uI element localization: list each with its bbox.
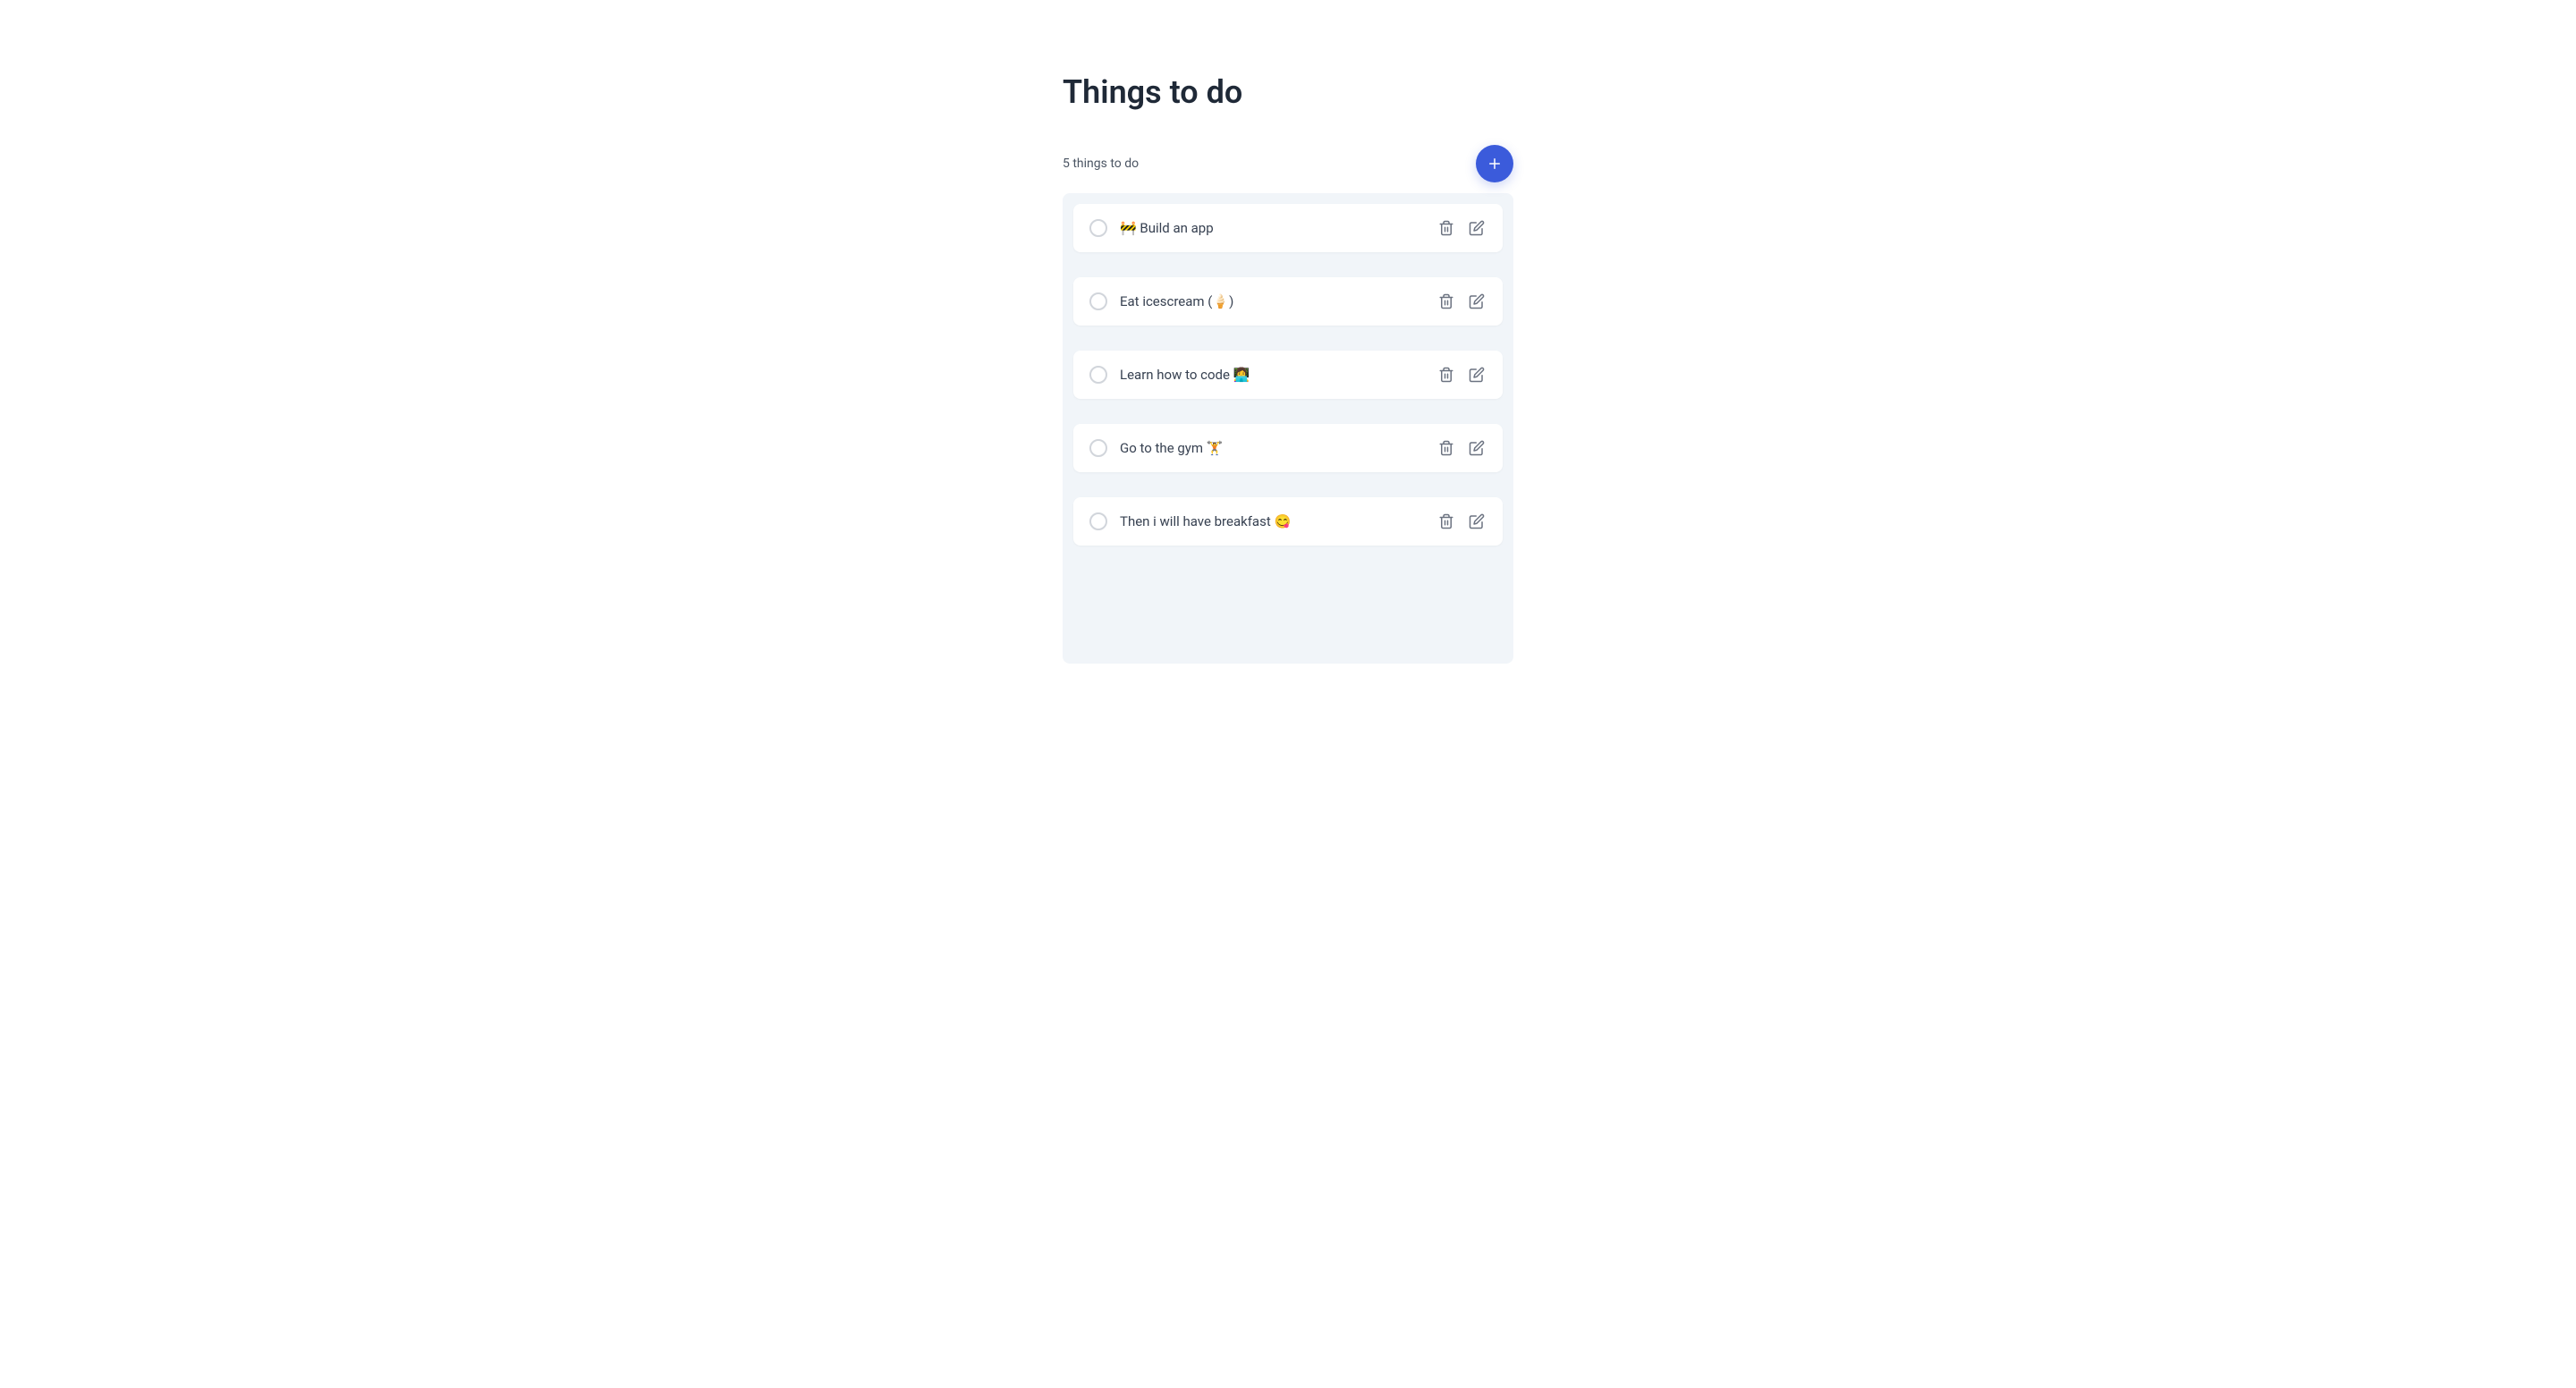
add-button[interactable] — [1476, 145, 1513, 182]
edit-icon — [1469, 293, 1485, 309]
todo-checkbox[interactable] — [1089, 439, 1107, 457]
edit-button[interactable] — [1467, 512, 1487, 531]
todo-checkbox[interactable] — [1089, 219, 1107, 237]
todo-text: Learn how to code 👩‍💻 — [1120, 367, 1424, 383]
todo-actions — [1436, 365, 1487, 385]
edit-icon — [1469, 220, 1485, 236]
header-row: 5 things to do — [1063, 145, 1513, 182]
todo-count: 5 things to do — [1063, 157, 1139, 171]
trash-icon — [1438, 440, 1454, 456]
todo-list: 🚧 Build an app Eat icescream (🍦) — [1063, 193, 1513, 664]
todo-checkbox[interactable] — [1089, 366, 1107, 384]
edit-icon — [1469, 513, 1485, 529]
todo-actions — [1436, 292, 1487, 311]
app-container: Things to do 5 things to do 🚧 Build an a… — [1063, 73, 1513, 664]
page-title: Things to do — [1063, 73, 1513, 111]
trash-icon — [1438, 293, 1454, 309]
todo-item: Learn how to code 👩‍💻 — [1073, 351, 1503, 399]
delete-button[interactable] — [1436, 438, 1456, 458]
delete-button[interactable] — [1436, 218, 1456, 238]
todo-text: Then i will have breakfast 😋 — [1120, 513, 1424, 529]
delete-button[interactable] — [1436, 365, 1456, 385]
plus-icon — [1487, 156, 1503, 172]
todo-actions — [1436, 512, 1487, 531]
trash-icon — [1438, 513, 1454, 529]
todo-text: Go to the gym 🏋️ — [1120, 440, 1424, 456]
todo-checkbox[interactable] — [1089, 512, 1107, 530]
delete-button[interactable] — [1436, 292, 1456, 311]
trash-icon — [1438, 220, 1454, 236]
todo-text: Eat icescream (🍦) — [1120, 293, 1424, 309]
todo-actions — [1436, 218, 1487, 238]
todo-checkbox[interactable] — [1089, 292, 1107, 310]
todo-item: Go to the gym 🏋️ — [1073, 424, 1503, 472]
edit-button[interactable] — [1467, 292, 1487, 311]
edit-button[interactable] — [1467, 218, 1487, 238]
delete-button[interactable] — [1436, 512, 1456, 531]
todo-actions — [1436, 438, 1487, 458]
edit-icon — [1469, 367, 1485, 383]
todo-item: 🚧 Build an app — [1073, 204, 1503, 252]
trash-icon — [1438, 367, 1454, 383]
todo-item: Eat icescream (🍦) — [1073, 277, 1503, 326]
edit-button[interactable] — [1467, 365, 1487, 385]
todo-item: Then i will have breakfast 😋 — [1073, 497, 1503, 546]
todo-text: 🚧 Build an app — [1120, 220, 1424, 236]
edit-icon — [1469, 440, 1485, 456]
edit-button[interactable] — [1467, 438, 1487, 458]
